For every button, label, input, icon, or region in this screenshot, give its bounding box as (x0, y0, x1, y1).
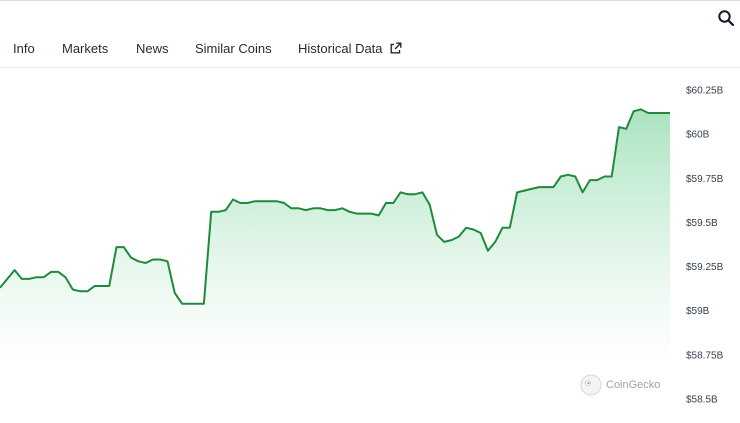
coingecko-logo-icon (580, 374, 602, 396)
y-tick-label: $59.75B (686, 174, 724, 185)
tab-markets[interactable]: Markets (62, 41, 108, 56)
coin-tabs: Info Markets News Similar Coins Historic… (0, 30, 740, 68)
y-tick-label: $58.5B (686, 395, 718, 406)
tab-news-label: News (136, 41, 169, 56)
tab-news[interactable]: News (136, 41, 169, 56)
tab-historical-data[interactable]: Historical Data (298, 41, 402, 56)
market-cap-chart[interactable]: $60.25B $60B $59.75B $59.5B $59.25B $59B $58.7… (0, 68, 740, 423)
y-tick-label: $59.25B (686, 262, 724, 273)
y-tick-label: $60.25B (686, 86, 724, 97)
watermark-label: CoinGecko (606, 379, 661, 391)
search-icon (718, 10, 735, 27)
y-tick-label: $59B (686, 306, 710, 317)
tab-info[interactable]: Info (13, 41, 35, 56)
search-button[interactable] (716, 8, 736, 28)
tab-markets-label: Markets (62, 41, 109, 56)
coingecko-watermark: CoinGecko (580, 374, 660, 396)
tab-similar-coins[interactable]: Similar Coins (195, 41, 272, 56)
tab-historical-data-label: Historical Data (298, 41, 383, 56)
tab-similar-coins-label: Similar Coins (195, 41, 272, 56)
y-axis: $60.25B $60B $59.75B $59.5B $59.25B $59B $58.7… (686, 86, 724, 406)
chart-area-fill (0, 109, 670, 364)
external-link-icon (389, 42, 402, 55)
y-tick-label: $59.5B (686, 218, 718, 229)
y-tick-label: $58.75B (686, 350, 724, 361)
tab-info-label: Info (13, 41, 35, 56)
y-tick-label: $60B (686, 130, 710, 141)
